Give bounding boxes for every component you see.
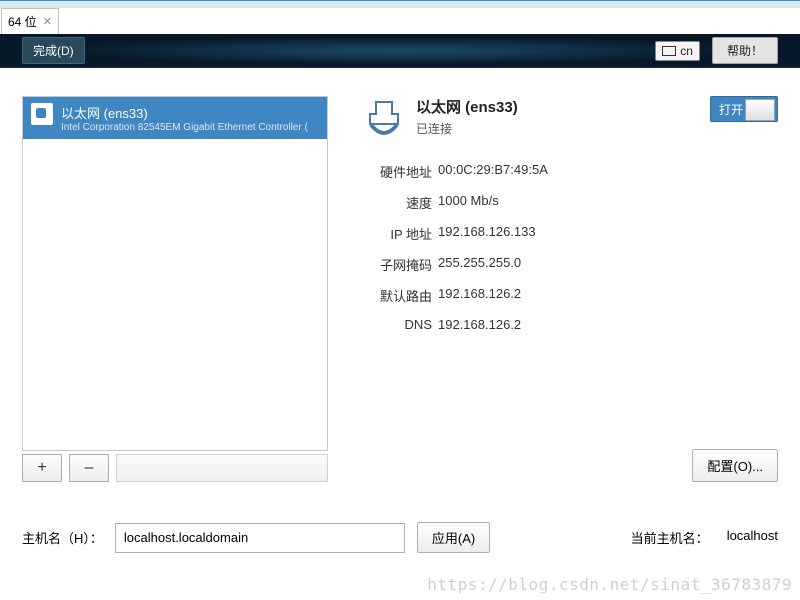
prop-value: 192.168.126.2 xyxy=(438,286,521,305)
toolbar-spacer xyxy=(116,454,328,482)
prop-value: 192.168.126.2 xyxy=(438,317,521,332)
toggle-label: 打开 xyxy=(719,101,743,118)
connection-toggle[interactable]: 打开 xyxy=(710,96,778,122)
interface-list[interactable]: 以太网 (ens33) Intel Corporation 82545EM Gi… xyxy=(22,96,328,451)
prop-value: 192.168.126.133 xyxy=(438,224,536,243)
hostname-input[interactable] xyxy=(115,523,405,553)
help-button[interactable]: 帮助！ xyxy=(712,37,778,64)
detail-title: 以太网 (ens33) xyxy=(416,96,700,117)
prop-label: 速度 xyxy=(362,193,432,212)
prop-label: 硬件地址 xyxy=(362,162,432,181)
ethernet-icon xyxy=(31,103,53,125)
ime-indicator[interactable]: cn xyxy=(655,41,700,61)
configure-button[interactable]: 配置(O)... xyxy=(692,449,778,482)
close-icon[interactable]: ✕ xyxy=(43,15,52,28)
keyboard-icon xyxy=(662,46,676,56)
watermark: https://blog.csdn.net/sinat_36783879 xyxy=(427,575,792,594)
current-hostname-label: 当前主机名： xyxy=(631,528,709,547)
done-button[interactable]: 完成(D) xyxy=(22,37,85,64)
list-item[interactable]: 以太网 (ens33) Intel Corporation 82545EM Gi… xyxy=(23,97,327,139)
list-item-title: 以太网 (ens33) xyxy=(61,103,317,122)
current-hostname-value: localhost xyxy=(727,528,778,547)
hostname-label: 主机名（H）： xyxy=(22,528,103,547)
apply-button[interactable]: 应用(A) xyxy=(417,522,490,553)
topbar: 完成(D) cn 帮助！ xyxy=(0,34,800,68)
ethernet-large-icon xyxy=(362,96,406,140)
prop-label: 默认路由 xyxy=(362,286,432,305)
ime-label: cn xyxy=(680,44,693,58)
detail-status: 已连接 xyxy=(416,120,700,137)
prop-label: IP 地址 xyxy=(362,224,432,243)
tab-label: 64 位 xyxy=(8,13,37,30)
remove-button[interactable]: – xyxy=(69,454,109,482)
prop-label: DNS xyxy=(362,317,432,332)
list-item-subtitle: Intel Corporation 82545EM Gigabit Ethern… xyxy=(61,122,317,133)
tab-64bit[interactable]: 64 位 ✕ xyxy=(1,8,59,35)
detail-properties: 硬件地址 00:0C:29:B7:49:5A 速度 1000 Mb/s IP 地址 1… xyxy=(362,156,778,338)
prop-label: 子网掩码 xyxy=(362,255,432,274)
prop-value: 255.255.255.0 xyxy=(438,255,521,274)
add-button[interactable]: + xyxy=(22,454,62,482)
prop-value: 1000 Mb/s xyxy=(438,193,499,212)
prop-value: 00:0C:29:B7:49:5A xyxy=(438,162,548,181)
